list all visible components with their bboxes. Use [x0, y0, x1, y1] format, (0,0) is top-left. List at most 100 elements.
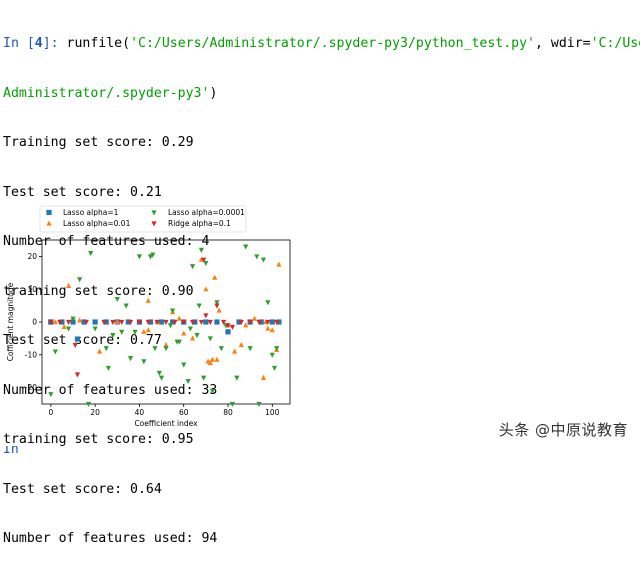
data-point: [152, 346, 158, 352]
data-point: [65, 326, 72, 332]
data-point: [214, 303, 220, 309]
data-point: [232, 348, 238, 354]
output-line: Test set score: 0.21: [3, 184, 162, 200]
data-point: [207, 336, 213, 342]
data-point: [181, 362, 187, 368]
next-prompt: In: [3, 446, 19, 454]
data-point: [271, 365, 278, 371]
data-point: [203, 286, 209, 292]
data-point: [229, 401, 236, 407]
data-point: [207, 319, 213, 325]
data-point: [203, 313, 209, 319]
y-tick-label: 20: [27, 252, 37, 261]
data-point: [203, 319, 209, 325]
x-tick-label: 60: [179, 408, 189, 417]
data-point: [156, 370, 162, 376]
data-point: [189, 335, 196, 341]
prompt-label: In [: [3, 36, 35, 51]
watermark: 头条 @中原说教育: [498, 421, 628, 439]
data-point: [265, 300, 271, 306]
data-point: [52, 349, 58, 355]
data-point: [136, 254, 143, 260]
data-point: [209, 356, 216, 362]
data-point: [96, 348, 103, 354]
data-point: [74, 336, 81, 342]
y-tick-label: 0: [32, 318, 37, 327]
wdir-arg-part1: 'C:/Users/: [590, 36, 640, 51]
data-point: [163, 319, 169, 325]
data-point: [269, 352, 275, 358]
data-point: [256, 401, 262, 407]
data-point: [145, 327, 151, 333]
output-line: Test set score: 0.64: [3, 481, 162, 497]
x-axis-label: Coefficient index: [134, 419, 198, 428]
data-point: [187, 326, 193, 332]
y-tick-label: -20: [25, 383, 37, 392]
data-point: [163, 346, 169, 352]
data-point: [185, 378, 191, 385]
data-point: [85, 401, 92, 407]
data-point: [154, 319, 160, 325]
y-axis-label: Cofficient magnitude: [6, 282, 15, 361]
data-point: [72, 342, 78, 348]
legend-marker: [46, 209, 52, 216]
legend-label: Lasso alpha=1: [63, 208, 119, 217]
data-point: [127, 356, 134, 362]
data-point: [158, 319, 165, 325]
data-point: [141, 328, 147, 334]
data-point: [216, 307, 222, 313]
prompt-close: ]:: [42, 36, 67, 51]
prompt-number: 4: [34, 36, 43, 51]
data-point: [74, 372, 81, 378]
axis-ticks: 0 20 40 60 80 100 -20 -10 0 10 20: [25, 252, 280, 417]
data-point: [254, 254, 260, 260]
data-point: [238, 341, 244, 348]
data-point: [119, 329, 125, 335]
data-point: [158, 375, 165, 381]
command-line: In [4]: runfile('C:/Users/Administrator/…: [3, 36, 640, 53]
data-point: [269, 327, 275, 333]
data-point: [92, 326, 98, 332]
data-point: [260, 257, 267, 263]
data-point: [77, 277, 83, 283]
x-tick-label: 40: [135, 408, 145, 417]
wdir-keyword: , wdir=: [535, 36, 591, 51]
output-line: Number of features used: 94: [3, 531, 218, 546]
call-suffix: ): [209, 85, 218, 101]
data-point: [247, 346, 253, 352]
x-tick-label: 100: [265, 408, 280, 417]
y-tick-label: 10: [27, 285, 37, 294]
data-point: [218, 346, 224, 352]
data-point: [141, 359, 147, 365]
legend-label: Ridge alpha=0.1: [168, 219, 231, 228]
data-point: [88, 251, 94, 257]
coefficient-plot: Lasso alpha=1 Lasso alpha=0.01 Lasso alpha…: [6, 205, 291, 428]
data-point: [110, 333, 116, 339]
data-point: [105, 365, 112, 371]
data-point: [114, 296, 120, 303]
data-point: [269, 319, 275, 325]
data-point: [214, 319, 220, 325]
data-point: [189, 264, 196, 270]
data-point: [52, 319, 58, 325]
data-point: [48, 392, 54, 398]
data-point: [61, 323, 67, 329]
data-point: [201, 375, 207, 381]
data-point: [196, 303, 202, 309]
data-point: [77, 317, 83, 323]
script-path-arg: 'C:/Users/Administrator/.spyder-py3/pyth…: [130, 36, 535, 51]
data-point: [225, 329, 231, 335]
data-point: [119, 319, 125, 325]
x-tick-label: 20: [90, 408, 100, 417]
plot-marks: [48, 244, 282, 407]
data-point: [260, 374, 267, 380]
legend-label: Lasso alpha=0.01: [63, 219, 131, 228]
wdir-arg-part2: Administrator/.spyder-py3': [3, 85, 210, 101]
data-point: [145, 297, 151, 303]
data-point: [110, 319, 116, 325]
data-point: [123, 303, 129, 309]
call-prefix: runfile(: [66, 36, 131, 51]
data-point: [243, 322, 249, 328]
data-point: [132, 329, 138, 335]
data-point: [234, 375, 240, 381]
